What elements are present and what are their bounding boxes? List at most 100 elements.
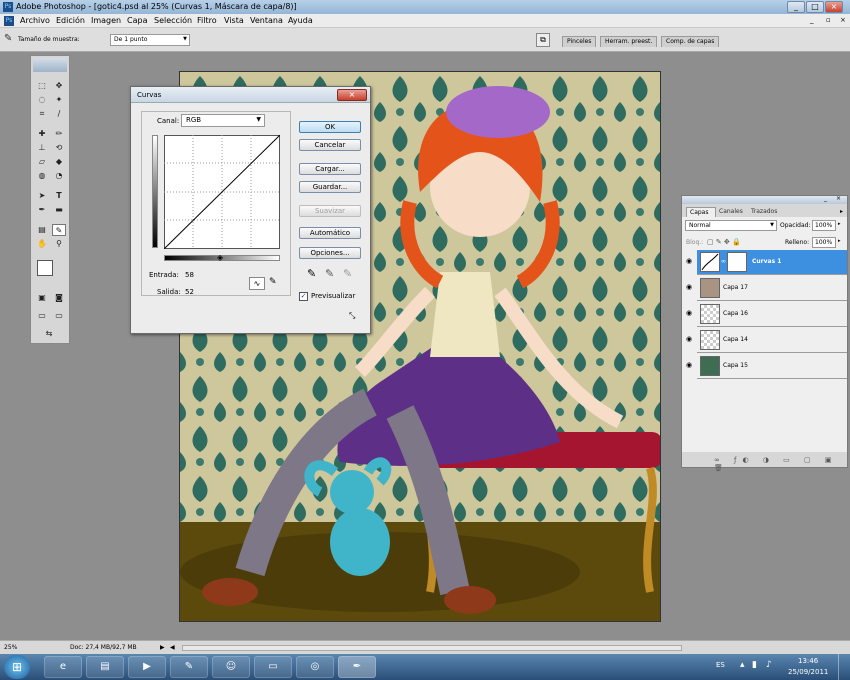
- eye-icon[interactable]: ◉: [684, 257, 694, 267]
- magic-wand-icon[interactable]: ✦: [52, 94, 66, 106]
- language-indicator[interactable]: ES: [716, 661, 725, 669]
- doc-minimize-button[interactable]: _: [810, 16, 814, 24]
- doc-restore-button[interactable]: ▫: [826, 16, 831, 24]
- black-eyedropper-icon[interactable]: ✎: [307, 267, 316, 280]
- layer-row-capa-16[interactable]: ◉ Capa 16: [686, 302, 847, 327]
- curve-graph[interactable]: [164, 135, 280, 249]
- clone-stamp-icon[interactable]: ⊥: [35, 142, 49, 154]
- blend-mode-select[interactable]: Normal ▼: [685, 220, 777, 231]
- network-icon[interactable]: ▮: [752, 660, 757, 670]
- maximize-button[interactable]: □: [806, 1, 824, 13]
- palette-close-button[interactable]: ×: [836, 195, 841, 202]
- preview-checkbox[interactable]: ✓: [299, 292, 308, 301]
- opacity-slider-icon[interactable]: ▸: [838, 221, 841, 227]
- layer-row-capa-14[interactable]: ◉ Capa 14: [686, 328, 847, 353]
- quick-mask-icon[interactable]: ◙: [52, 292, 66, 304]
- smooth-button[interactable]: Suavizar: [299, 205, 361, 217]
- dodge-icon[interactable]: ◔: [52, 170, 66, 182]
- horizontal-scrollbar[interactable]: [182, 645, 682, 651]
- fill-slider-icon[interactable]: ▸: [838, 238, 841, 244]
- fill-input[interactable]: 100%: [812, 237, 836, 248]
- curves-close-button[interactable]: ×: [337, 89, 367, 101]
- expand-icon[interactable]: ⤡: [349, 311, 355, 321]
- tray-arrow-icon[interactable]: ▴: [740, 660, 745, 670]
- curve-input-marker-icon[interactable]: ◈: [217, 253, 223, 262]
- opacity-input[interactable]: 100%: [812, 220, 836, 231]
- tab-trazados[interactable]: Trazados: [748, 207, 784, 217]
- menu-seleccion[interactable]: Selección: [154, 16, 192, 25]
- layers-palette-titlebar[interactable]: _ ×: [682, 195, 847, 204]
- zoom-icon[interactable]: ⚲: [52, 238, 66, 250]
- pencil-icon[interactable]: ✎: [269, 277, 277, 287]
- marquee-icon[interactable]: ⬚: [35, 80, 49, 92]
- rectangle-icon[interactable]: ▬: [52, 204, 66, 216]
- standard-mode-icon[interactable]: ▣: [35, 292, 49, 304]
- slice-icon[interactable]: ∕: [52, 108, 66, 120]
- zoom-level[interactable]: 25%: [4, 644, 17, 651]
- eyedropper-tool-icon[interactable]: ✎: [52, 224, 66, 236]
- minimize-button[interactable]: _: [787, 1, 805, 13]
- auto-button[interactable]: Automático: [299, 227, 361, 239]
- clock-time[interactable]: 13:46: [798, 657, 818, 665]
- eye-icon[interactable]: ◉: [684, 335, 694, 345]
- menu-vista[interactable]: Vista: [224, 16, 244, 25]
- link-icon[interactable]: ∞: [721, 258, 726, 265]
- layer-row-curvas-1[interactable]: ◉ ∞ Curvas 1: [686, 250, 847, 275]
- palette-minimize-button[interactable]: _: [824, 195, 827, 202]
- healing-brush-icon[interactable]: ✚: [35, 128, 49, 140]
- eye-icon[interactable]: ◉: [684, 283, 694, 293]
- tab-canales[interactable]: Canales: [716, 207, 746, 217]
- eraser-icon[interactable]: ▱: [35, 156, 49, 168]
- white-eyedropper-icon[interactable]: ✎: [343, 267, 352, 280]
- sample-size-select[interactable]: De 1 punto ▼: [110, 34, 190, 46]
- layer-mask-thumbnail[interactable]: [727, 252, 747, 272]
- ok-button[interactable]: OK: [299, 121, 361, 133]
- tab-comp-capas[interactable]: Comp. de capas: [661, 36, 720, 47]
- notes-icon[interactable]: ▤: [35, 224, 49, 236]
- type-icon[interactable]: T: [52, 190, 66, 202]
- photoshop-task-icon[interactable]: ✒: [338, 656, 376, 678]
- folder-icon[interactable]: ▤: [86, 656, 124, 678]
- layer-row-capa-15[interactable]: ◉ Capa 15: [686, 354, 847, 379]
- menu-archivo[interactable]: Archivo: [20, 16, 50, 25]
- curve-point-tool-icon[interactable]: ∿: [249, 277, 265, 290]
- tab-capas[interactable]: Capas: [686, 207, 716, 217]
- messenger-icon[interactable]: ☺: [212, 656, 250, 678]
- palette-menu-icon[interactable]: ▸: [840, 208, 843, 215]
- hand-icon[interactable]: ✋: [35, 238, 49, 250]
- menu-capa[interactable]: Capa: [127, 16, 147, 25]
- save-button[interactable]: Guardar...: [299, 181, 361, 193]
- crop-icon[interactable]: ⌗: [35, 108, 49, 120]
- start-button[interactable]: ⊞: [4, 655, 30, 679]
- layer-row-capa-17[interactable]: ◉ Capa 17: [686, 276, 847, 301]
- document-icon[interactable]: Ps: [4, 16, 14, 26]
- brush-icon[interactable]: ✏: [52, 128, 66, 140]
- pen-icon[interactable]: ✒: [35, 204, 49, 216]
- tab-pinceles[interactable]: Pinceles: [562, 36, 597, 47]
- history-brush-icon[interactable]: ⟲: [52, 142, 66, 154]
- close-button[interactable]: ×: [825, 1, 843, 13]
- ie-icon[interactable]: e: [44, 656, 82, 678]
- tab-herram-preest[interactable]: Herram. preest.: [600, 36, 658, 47]
- menu-edicion[interactable]: Edición: [56, 16, 85, 25]
- menu-filtro[interactable]: Filtro: [197, 16, 217, 25]
- chrome-icon[interactable]: ◎: [296, 656, 334, 678]
- eyedropper-icon[interactable]: ✎: [4, 33, 12, 44]
- menu-imagen[interactable]: Imagen: [91, 16, 121, 25]
- options-button[interactable]: Opciones...: [299, 247, 361, 259]
- volume-icon[interactable]: ♪: [766, 660, 772, 670]
- layers-footer-icons[interactable]: ∞ ƒ◐ ◑ ▭ ▢ ▣ 🗑: [682, 456, 847, 472]
- cancel-button[interactable]: Cancelar: [299, 139, 361, 151]
- lock-icons[interactable]: ▢ ✎ ✥ 🔒: [707, 238, 741, 246]
- media-player-icon[interactable]: ▶: [128, 656, 166, 678]
- eye-icon[interactable]: ◉: [684, 309, 694, 319]
- foreground-color-swatch[interactable]: [37, 260, 53, 276]
- menu-ayuda[interactable]: Ayuda: [288, 16, 313, 25]
- screen-mode-icon[interactable]: ▭: [35, 310, 49, 322]
- jump-to-imageready-icon[interactable]: ⇆: [35, 328, 63, 340]
- channel-select[interactable]: RGB ▼: [181, 114, 265, 127]
- scroll-left-icon[interactable]: ◀: [170, 644, 175, 651]
- path-selection-icon[interactable]: ➤: [35, 190, 49, 202]
- menu-ventana[interactable]: Ventana: [250, 16, 283, 25]
- lasso-icon[interactable]: ◌: [35, 94, 49, 106]
